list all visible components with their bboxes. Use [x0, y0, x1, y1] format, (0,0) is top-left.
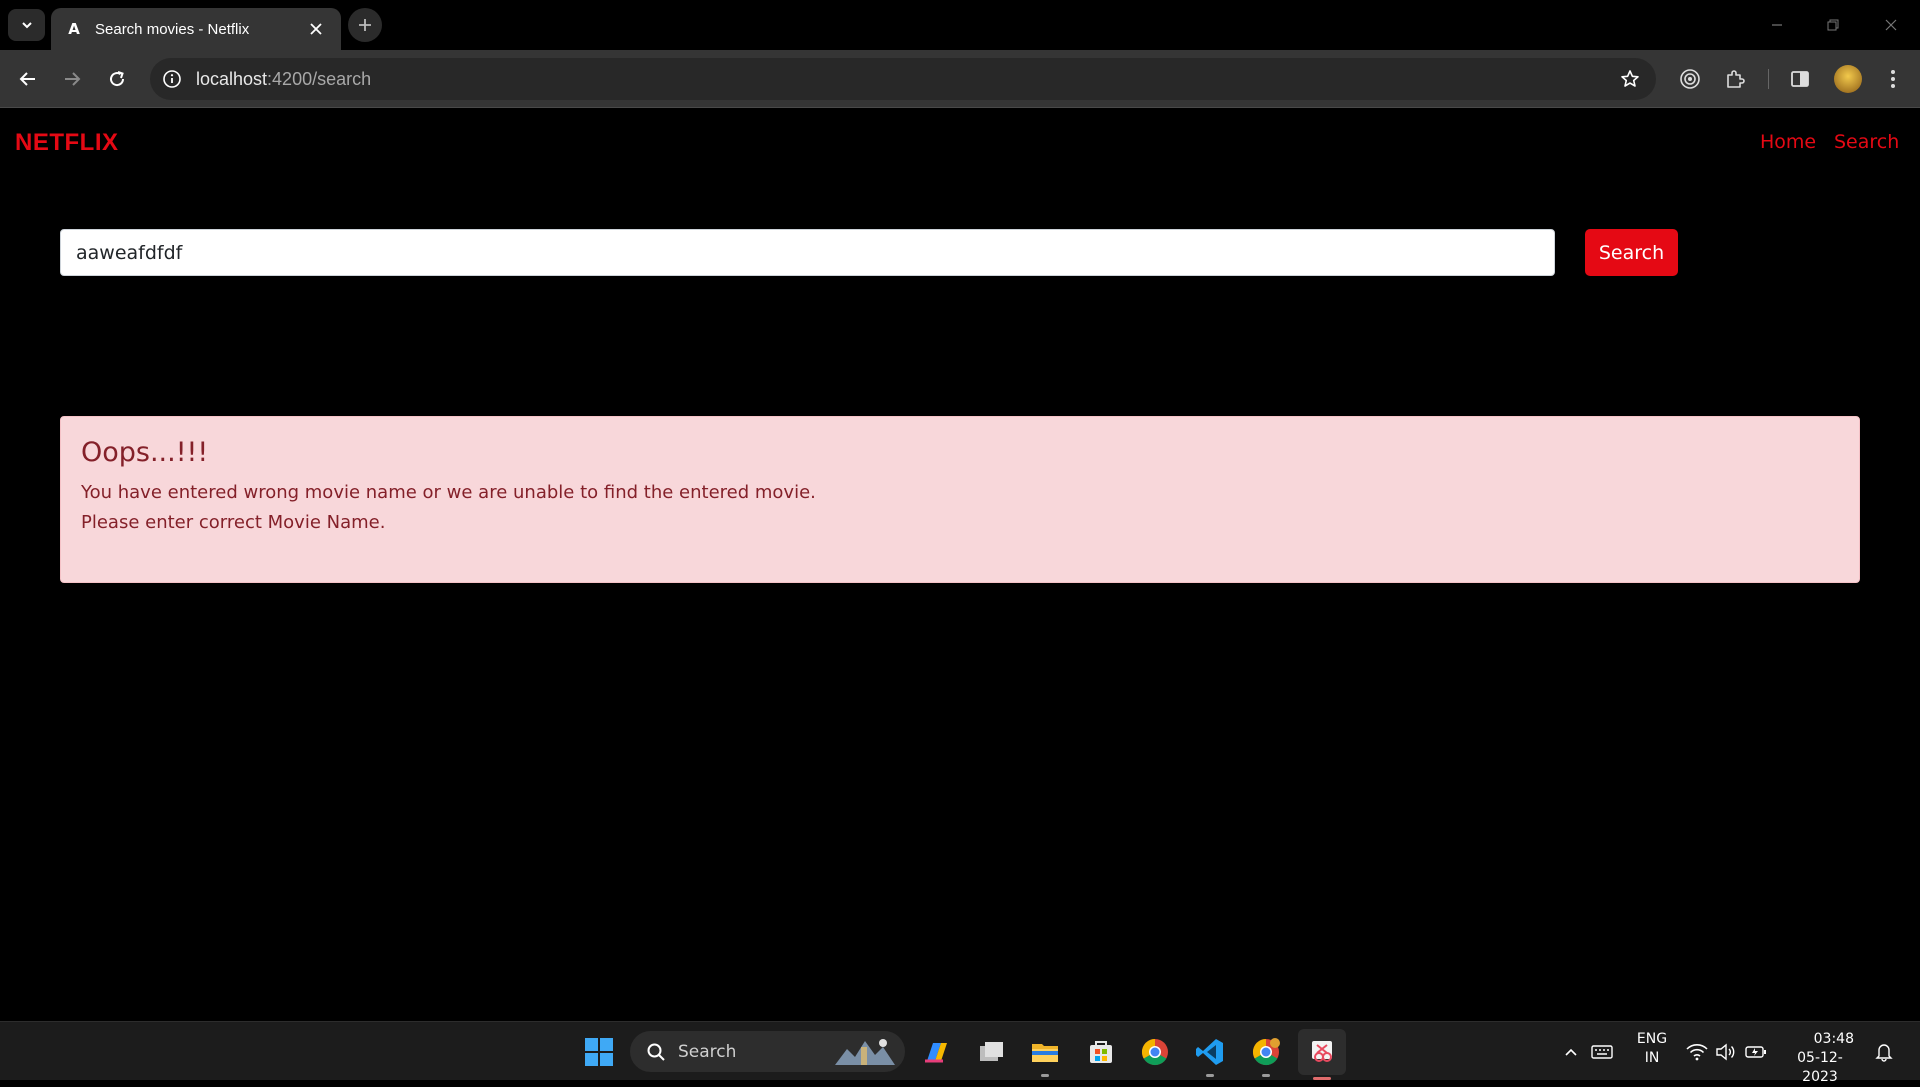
file-explorer-icon[interactable]: [1025, 1032, 1065, 1077]
brand-logo[interactable]: NETFLIX: [15, 129, 119, 157]
clock[interactable]: 03:48 05-12-2023: [1780, 1030, 1860, 1087]
chrome-profile-icon[interactable]: [1246, 1032, 1286, 1077]
clock-time: 03:48: [1813, 1031, 1854, 1047]
arrow-left-icon: [19, 72, 35, 86]
reload-icon: [110, 71, 125, 87]
battery-icon[interactable]: [1736, 1032, 1776, 1072]
browser-tabbar: A Search movies - Netflix: [0, 0, 1920, 50]
copilot-app-icon[interactable]: [916, 1032, 956, 1072]
minimize-button[interactable]: [1762, 10, 1792, 40]
tab-title: Search movies - Netflix: [95, 20, 250, 38]
running-indicator: [1041, 1074, 1049, 1077]
language-code: ENG: [1636, 1031, 1668, 1047]
windows-start-icon[interactable]: [579, 1032, 619, 1072]
region-code: IN: [1644, 1050, 1660, 1066]
back-button[interactable]: [12, 63, 44, 95]
url-path: :4200/search: [267, 69, 372, 89]
microsoft-store-icon[interactable]: [1081, 1032, 1121, 1072]
notification-bell-icon[interactable]: [1864, 1032, 1904, 1072]
running-indicator: [1262, 1074, 1270, 1077]
toolbar-separator: [1768, 69, 1769, 89]
taskbar-search-label: Search: [678, 1041, 737, 1062]
tab-close-button[interactable]: [305, 18, 327, 40]
browser-toolbar: localhost:4200/search: [0, 50, 1920, 108]
arrow-right-icon: [65, 72, 81, 86]
chrome-icon[interactable]: [1135, 1032, 1175, 1072]
browser-tab[interactable]: A Search movies - Netflix: [51, 8, 341, 50]
angular-favicon-icon: A: [68, 20, 80, 38]
taskbar-search-box[interactable]: Search: [630, 1031, 905, 1072]
restore-button[interactable]: [1818, 10, 1848, 40]
profile-avatar[interactable]: [1834, 65, 1862, 93]
url-text: localhost:4200/search: [196, 69, 371, 90]
keyboard-icon[interactable]: [1582, 1032, 1622, 1072]
page-content: NETFLIX Home Search Search Oops...!!! Yo…: [0, 109, 1920, 1021]
movie-search-input[interactable]: [60, 229, 1555, 276]
search-highlight-illustration-icon: [835, 1038, 895, 1065]
nav-link-home[interactable]: Home: [1760, 131, 1816, 153]
alert-message-line-1: You have entered wrong movie name or we …: [81, 482, 816, 503]
close-icon: [310, 23, 322, 35]
more-menu-icon[interactable]: [1877, 63, 1909, 95]
new-tab-button[interactable]: [348, 8, 382, 42]
forward-button[interactable]: [56, 63, 88, 95]
url-host: localhost: [196, 69, 268, 89]
side-panel-icon[interactable]: [1784, 63, 1816, 95]
snipping-tool-icon[interactable]: [1298, 1029, 1346, 1080]
close-window-button[interactable]: [1876, 10, 1906, 40]
tab-search-dropdown-button[interactable]: [8, 9, 45, 41]
running-indicator: [1206, 1074, 1214, 1077]
close-icon: [1885, 19, 1897, 31]
vscode-icon[interactable]: [1190, 1032, 1230, 1077]
clock-date: 05-12-2023: [1797, 1050, 1843, 1085]
windows-taskbar: Search ENG IN 03:48 05-12-2023: [0, 1021, 1920, 1085]
extensions-puzzle-icon[interactable]: [1719, 63, 1751, 95]
alert-message-line-2: Please enter correct Movie Name.: [81, 512, 386, 533]
reload-button[interactable]: [101, 63, 133, 95]
site-info-icon[interactable]: [160, 67, 184, 91]
search-icon: [647, 1043, 665, 1061]
alert-title: Oops...!!!: [81, 437, 209, 468]
minimize-icon: [1772, 24, 1782, 26]
address-bar[interactable]: localhost:4200/search: [150, 58, 1656, 100]
chevron-down-icon: [21, 22, 32, 29]
search-button[interactable]: Search: [1585, 229, 1678, 276]
bookmark-star-icon[interactable]: [1618, 67, 1642, 91]
restore-icon: [1827, 19, 1839, 31]
error-alert: Oops...!!! You have entered wrong movie …: [60, 416, 1860, 583]
task-view-icon[interactable]: [971, 1032, 1011, 1072]
extension-target-icon[interactable]: [1674, 63, 1706, 95]
language-indicator[interactable]: ENG IN: [1628, 1030, 1676, 1068]
plus-icon: [359, 19, 371, 31]
nav-link-search[interactable]: Search: [1834, 131, 1899, 153]
